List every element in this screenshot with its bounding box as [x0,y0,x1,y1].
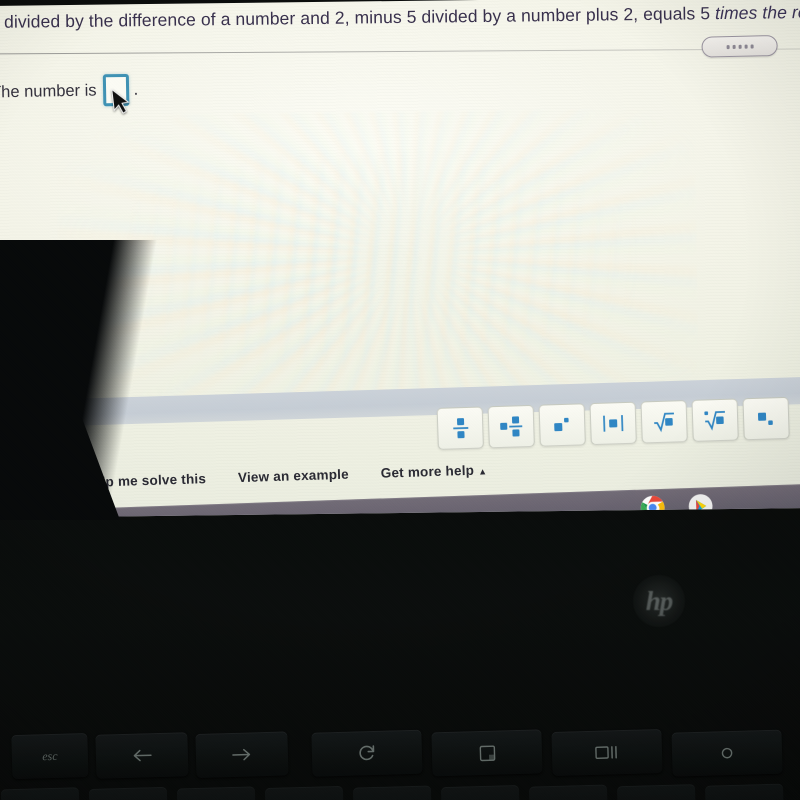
question-options-pill-button[interactable] [701,34,778,58]
pill-dot [750,44,754,49]
pill-dot [726,44,730,49]
key-esc-label: esc [42,748,58,763]
exponent-icon[interactable] [538,403,586,447]
key-esc[interactable]: esc [11,733,89,780]
key-forward[interactable] [195,731,289,778]
key-4[interactable] [352,785,432,800]
question-divider [0,48,800,55]
help-links-row: Help me solve this View an example Get m… [84,455,724,490]
question-text-plain: ix divided by the difference of a number… [0,3,716,33]
fraction-icon[interactable] [436,406,484,450]
key-7[interactable] [616,784,697,800]
subscript-icon[interactable] [742,396,790,441]
view-an-example-link[interactable]: View an example [238,467,349,485]
pill-dot [732,44,736,49]
laptop-photo: ix divided by the difference of a number… [0,0,800,800]
answer-prompt-label: The number is [0,80,97,101]
key-8[interactable] [704,783,785,800]
key-3[interactable] [264,785,344,800]
get-more-help-label: Get more help [380,462,475,481]
key-brightness[interactable] [671,729,783,777]
mixed-number-icon[interactable] [487,404,535,449]
pill-dot [744,44,748,49]
reload-icon [359,745,375,761]
hp-logo: hp [633,575,685,627]
pill-dot [738,44,742,49]
key-reload[interactable] [311,729,423,777]
view-an-example-label: View an example [237,466,350,486]
moire-pattern-secondary [115,148,639,375]
key-5[interactable] [440,784,520,800]
chrome-icon[interactable] [640,495,666,518]
mouse-cursor-icon [111,88,130,114]
key-tilde[interactable] [0,787,80,800]
square-root-icon[interactable] [640,400,688,444]
question-text-italic: times the recipr [714,1,800,24]
play-store-icon[interactable] [688,493,714,518]
key-back[interactable] [95,732,189,779]
key-6[interactable] [528,784,609,800]
chromeos-shelf[interactable] [59,483,800,518]
get-more-help-link[interactable]: Get more help ▲ [380,462,488,481]
brightness-icon [721,747,733,759]
answer-period: . [133,79,139,99]
absolute-value-icon[interactable] [589,401,637,446]
key-1[interactable] [88,786,168,800]
fullscreen-icon [479,744,495,761]
overview-icon [595,745,617,759]
key-fullscreen[interactable] [431,729,543,777]
nth-root-icon[interactable] [691,398,739,442]
arrow-right-icon [232,748,251,761]
get-more-help-caret-icon: ▲ [477,466,488,477]
question-text: ix divided by the difference of a number… [0,2,800,34]
arrow-left-icon [133,749,152,762]
key-2[interactable] [176,786,256,800]
key-overview[interactable] [551,728,663,777]
